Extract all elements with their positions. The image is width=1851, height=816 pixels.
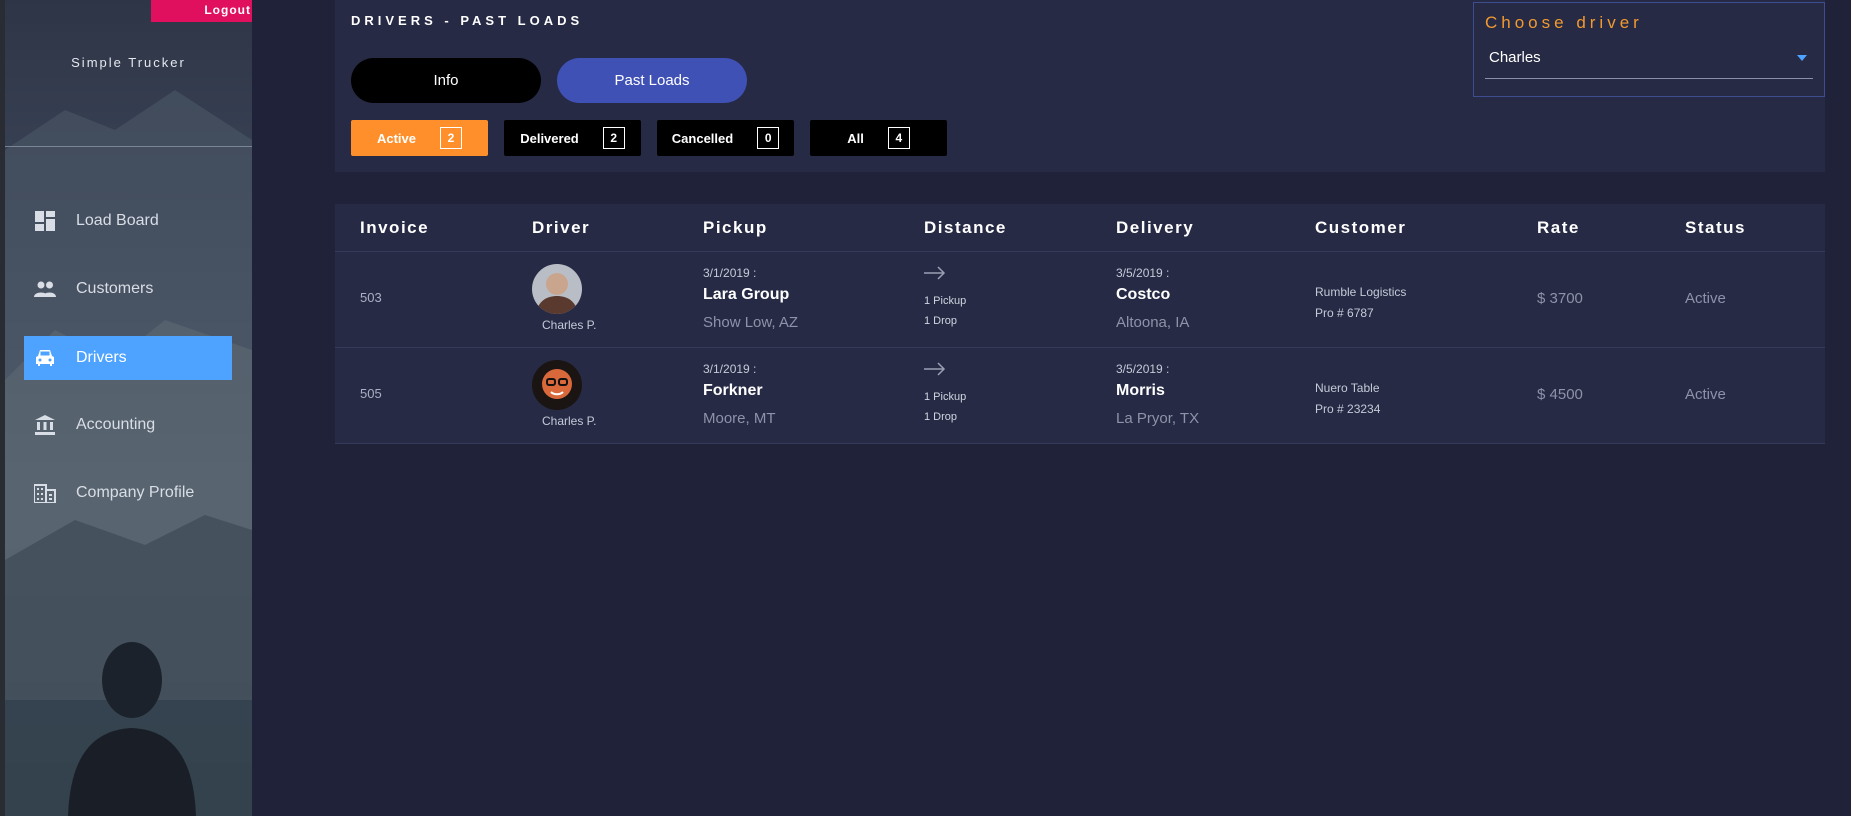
customer-name: Rumble Logistics bbox=[1315, 285, 1407, 299]
filter-cancelled-button[interactable]: Cancelled 0 bbox=[657, 120, 794, 156]
car-icon bbox=[34, 347, 56, 369]
filter-all-button[interactable]: All 4 bbox=[810, 120, 947, 156]
column-header-distance: Distance bbox=[924, 218, 1007, 237]
sidebar-item-label: Drivers bbox=[76, 349, 127, 366]
arrow-right-icon bbox=[924, 362, 946, 381]
filter-label: All bbox=[847, 130, 864, 146]
choose-driver-select[interactable]: Charles bbox=[1485, 43, 1813, 79]
tab-info[interactable]: Info bbox=[351, 58, 541, 103]
drop-count: 1 Drop bbox=[924, 411, 958, 423]
logout-button[interactable]: Logout bbox=[151, 0, 252, 22]
pickup-date: 3/1/2019 : bbox=[703, 266, 757, 280]
sidebar-item-customers[interactable]: Customers bbox=[24, 267, 232, 311]
delivery-date: 3/5/2019 : bbox=[1116, 266, 1170, 280]
building-icon bbox=[34, 482, 56, 504]
customer-info: Nuero Table Pro # 23234 bbox=[1315, 378, 1380, 420]
brand-name: Simple Trucker bbox=[71, 55, 186, 70]
filter-active-button[interactable]: Active 2 bbox=[351, 120, 488, 156]
filter-count-badge: 4 bbox=[887, 127, 910, 149]
customer-info: Rumble Logistics Pro # 6787 bbox=[1315, 282, 1406, 324]
tab-past-loads[interactable]: Past Loads bbox=[557, 58, 747, 103]
pro-number: Pro # 6787 bbox=[1315, 306, 1374, 320]
column-header-rate: Rate bbox=[1537, 218, 1580, 237]
person-silhouette-image bbox=[68, 642, 196, 816]
filter-delivered-button[interactable]: Delivered 2 bbox=[504, 120, 641, 156]
column-header-pickup: Pickup bbox=[703, 218, 768, 237]
pickup-date: 3/1/2019 : bbox=[703, 362, 757, 376]
rate-value: $ 4500 bbox=[1537, 386, 1583, 403]
sidebar-item-label: Load Board bbox=[76, 212, 159, 229]
filter-label: Active bbox=[376, 130, 417, 146]
choose-driver-label: Choose driver bbox=[1485, 13, 1643, 32]
filter-label: Delivered bbox=[520, 130, 579, 146]
sidebar-item-company-profile[interactable]: Company Profile bbox=[24, 471, 232, 515]
status-value: Active bbox=[1685, 290, 1726, 307]
filter-label: Cancelled bbox=[671, 130, 734, 146]
table-row[interactable]: 503 Charles P. 3/1/2019 : Lara Group Sho… bbox=[335, 252, 1825, 348]
people-icon bbox=[34, 278, 56, 300]
sidebar-divider bbox=[5, 146, 252, 147]
invoice-number: 505 bbox=[360, 386, 382, 401]
pickup-count: 1 Pickup bbox=[924, 295, 967, 307]
bank-icon bbox=[34, 414, 56, 436]
sidebar-item-label: Accounting bbox=[76, 416, 156, 433]
filter-count-badge: 2 bbox=[602, 127, 625, 149]
column-header-invoice: Invoice bbox=[360, 218, 430, 237]
column-header-delivery: Delivery bbox=[1116, 218, 1195, 237]
driver-name: Charles P. bbox=[542, 414, 597, 428]
sidebar-item-label: Customers bbox=[76, 280, 154, 297]
sidebar-item-load-board[interactable]: Load Board bbox=[24, 199, 232, 243]
page-title: DRIVERS - PAST LOADS bbox=[351, 13, 584, 28]
delivery-city: Altoona, IA bbox=[1116, 314, 1190, 331]
choose-driver-value: Charles bbox=[1489, 49, 1541, 66]
driver-name: Charles P. bbox=[542, 318, 597, 332]
caret-down-icon bbox=[1797, 55, 1807, 61]
pickup-city: Moore, MT bbox=[703, 410, 776, 427]
table-row[interactable]: 505 Charles P. 3/1/2019 : Forkner Moore,… bbox=[335, 348, 1825, 444]
arrow-right-icon bbox=[924, 266, 946, 285]
driver-avatar bbox=[532, 264, 582, 314]
delivery-city: La Pryor, TX bbox=[1116, 410, 1200, 427]
delivery-name: Morris bbox=[1116, 382, 1165, 399]
invoice-number: 503 bbox=[360, 290, 382, 305]
pro-number: Pro # 23234 bbox=[1315, 402, 1381, 416]
customer-name: Nuero Table bbox=[1315, 381, 1380, 395]
delivery-name: Costco bbox=[1116, 286, 1171, 303]
rate-value: $ 3700 bbox=[1537, 290, 1583, 307]
pickup-city: Show Low, AZ bbox=[703, 314, 799, 331]
filter-count-badge: 2 bbox=[440, 127, 463, 149]
pickup-name: Forkner bbox=[703, 382, 763, 399]
pickup-count: 1 Pickup bbox=[924, 391, 967, 403]
column-header-status: Status bbox=[1685, 218, 1746, 237]
sidebar: Logout Simple Trucker Load Board Custome… bbox=[5, 0, 252, 816]
loads-table: Invoice Driver Pickup Distance Delivery … bbox=[335, 204, 1825, 444]
filter-count-badge: 0 bbox=[757, 127, 780, 149]
sidebar-item-accounting[interactable]: Accounting bbox=[24, 403, 232, 447]
dashboard-icon bbox=[34, 210, 56, 232]
drop-count: 1 Drop bbox=[924, 315, 958, 327]
driver-avatar bbox=[532, 360, 582, 410]
delivery-date: 3/5/2019 : bbox=[1116, 362, 1170, 376]
pickup-name: Lara Group bbox=[703, 286, 790, 303]
status-value: Active bbox=[1685, 386, 1726, 403]
table-header: Invoice Driver Pickup Distance Delivery … bbox=[335, 204, 1825, 252]
sidebar-item-label: Company Profile bbox=[76, 484, 195, 501]
choose-driver-panel: Choose driver Charles bbox=[1473, 2, 1825, 97]
column-header-driver: Driver bbox=[532, 218, 591, 237]
column-header-customer: Customer bbox=[1315, 218, 1407, 237]
sidebar-item-drivers[interactable]: Drivers bbox=[24, 336, 232, 380]
